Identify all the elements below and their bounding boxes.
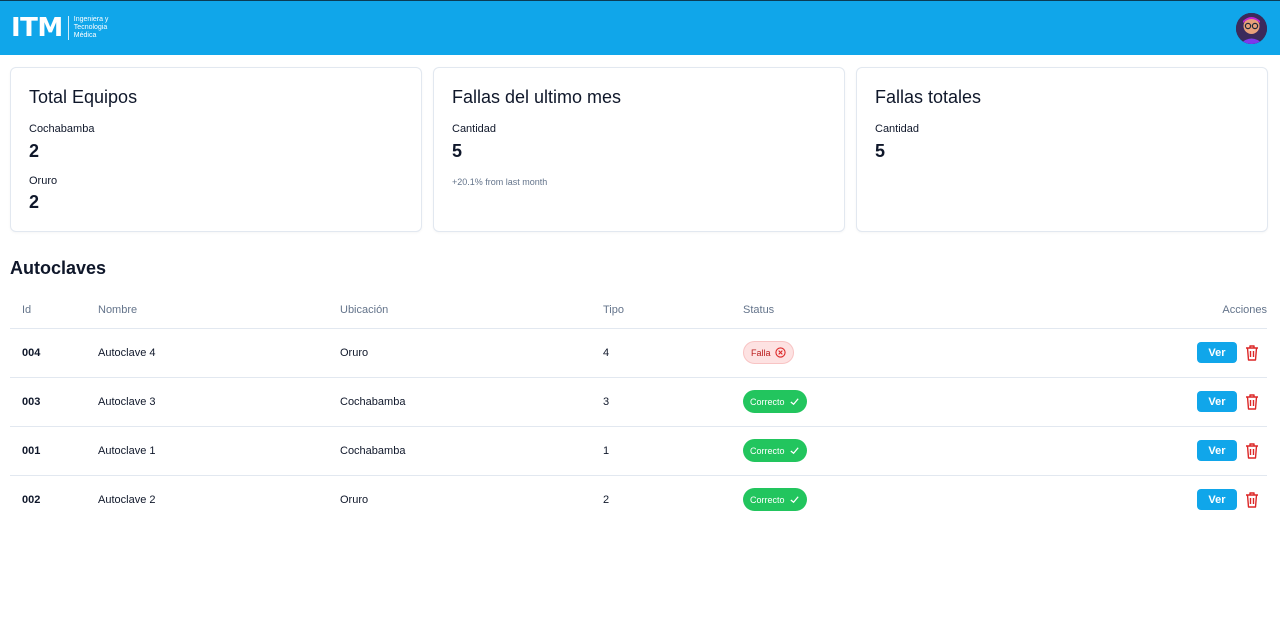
row-actions: Ver [1197, 440, 1267, 461]
card-note: +20.1% from last month [452, 177, 548, 187]
column-header-tipo[interactable]: Tipo [603, 292, 743, 329]
cell-nombre: Autoclave 1 [98, 426, 340, 476]
cell-tipo: 1 [603, 426, 743, 476]
cell-status: Correcto [743, 475, 1103, 524]
cell-status: Falla [743, 328, 1103, 378]
cell-tipo: 3 [603, 377, 743, 427]
cell-id: 001 [10, 426, 98, 476]
card-value: 5 [452, 141, 463, 161]
row-actions: Ver [1197, 489, 1267, 511]
card-title: Total Equipos [29, 87, 138, 107]
column-header-nombre[interactable]: Nombre [98, 292, 340, 329]
trash-icon[interactable] [1245, 442, 1259, 459]
card-value: 2 [29, 141, 40, 161]
check-icon [789, 447, 799, 455]
status-label: Correcto [750, 396, 785, 407]
card-value: 2 [29, 192, 40, 212]
card-label: Cochabamba [29, 123, 95, 135]
cell-status: Correcto [743, 426, 1103, 476]
card-label: Cantidad [452, 123, 497, 135]
status-label: Correcto [750, 494, 785, 505]
table-row[interactable]: 002 Autoclave 2 Oruro 2 Correcto Ver [10, 475, 1267, 524]
table-header-row: Id Nombre Ubicación Tipo Status Acciones [10, 292, 1267, 329]
logo-subtitle-line: Médica [73, 32, 97, 39]
logo-text: ITM [11, 13, 63, 43]
cell-ubicacion: Oruro [340, 493, 369, 506]
card-fallas-totales: Fallas totales Cantidad 5 [856, 67, 1268, 232]
status-badge-correcto: Correcto [743, 390, 807, 413]
logo-subtitle: Ingeniera y Tecnologia Médica [74, 16, 109, 40]
column-header-id[interactable]: Id [10, 292, 98, 329]
cell-ubicacion: Cochabamba [340, 426, 603, 476]
column-header-ubicacion[interactable]: Ubicación [340, 292, 603, 329]
ver-button[interactable]: Ver [1197, 440, 1237, 461]
user-avatar[interactable] [1236, 13, 1267, 44]
cell-tipo: 2 [603, 493, 610, 506]
cell-ubicacion: Oruro [340, 328, 603, 378]
column-header-acciones: Acciones [1103, 292, 1267, 329]
logo-subtitle-line: Tecnologia [73, 24, 108, 31]
autoclaves-table: Id Nombre Ubicación Tipo Status Acciones… [10, 292, 1267, 524]
cell-acciones: Ver [1103, 426, 1267, 476]
trash-icon[interactable] [1245, 491, 1259, 508]
trash-icon[interactable] [1245, 393, 1259, 410]
card-label: Oruro [29, 175, 58, 187]
ver-button[interactable]: Ver [1197, 391, 1237, 412]
logo-subtitle-line: Ingeniera y [73, 16, 109, 23]
top-navbar: ITM Ingeniera y Tecnologia Médica [0, 0, 1280, 55]
cell-acciones: Ver [1103, 475, 1267, 524]
column-header-status[interactable]: Status [743, 292, 1103, 329]
check-icon [789, 398, 799, 406]
cell-nombre: Autoclave 4 [98, 328, 340, 378]
card-title: Fallas totales [875, 87, 982, 107]
cell-ubicacion: Cochabamba [340, 377, 603, 427]
cell-acciones: Ver [1103, 377, 1267, 427]
cell-status: Correcto [743, 377, 1103, 427]
cell-id: 002 [22, 493, 41, 506]
card-fallas-ultimo-mes: Fallas del ultimo mes Cantidad 5 +20.1% … [433, 67, 845, 232]
logo-divider [67, 16, 69, 40]
status-badge-correcto: Correcto [743, 439, 807, 462]
cell-tipo: 4 [603, 328, 743, 378]
cell-id: 004 [10, 328, 98, 378]
card-label: Cantidad [875, 123, 920, 135]
stats-cards: Total Equipos Cochabamba 2 Oruro 2 Falla… [10, 67, 1268, 232]
table-row[interactable]: 001 Autoclave 1 Cochabamba 1 Correcto Ve… [10, 426, 1267, 476]
row-actions: Ver [1197, 342, 1267, 363]
x-circle-icon [774, 347, 786, 358]
card-total-equipos: Total Equipos Cochabamba 2 Oruro 2 [10, 67, 422, 232]
cell-acciones: Ver [1103, 328, 1267, 378]
check-icon [789, 496, 799, 504]
trash-icon[interactable] [1245, 344, 1259, 361]
ver-button[interactable]: Ver [1197, 342, 1237, 363]
row-actions: Ver [1197, 391, 1267, 412]
cell-id: 003 [10, 377, 98, 427]
table-row[interactable]: 004 Autoclave 4 Oruro 4 Falla Ver [10, 328, 1267, 378]
ver-button[interactable]: Ver [1197, 489, 1237, 511]
cell-nombre: Autoclave 3 [98, 377, 340, 427]
status-label: Correcto [750, 445, 785, 456]
status-badge-correcto: Correcto [743, 488, 807, 512]
cell-nombre: Autoclave 2 [98, 493, 156, 506]
table-row[interactable]: 003 Autoclave 3 Cochabamba 3 Correcto Ve… [10, 377, 1267, 427]
section-title: Autoclaves [10, 258, 107, 278]
status-label: Falla [751, 347, 771, 358]
card-title: Fallas del ultimo mes [452, 87, 622, 107]
avatar-image [1236, 13, 1267, 44]
card-value: 5 [875, 141, 886, 161]
logo[interactable]: ITM Ingeniera y Tecnologia Médica [11, 14, 108, 42]
status-badge-falla: Falla [743, 341, 794, 364]
